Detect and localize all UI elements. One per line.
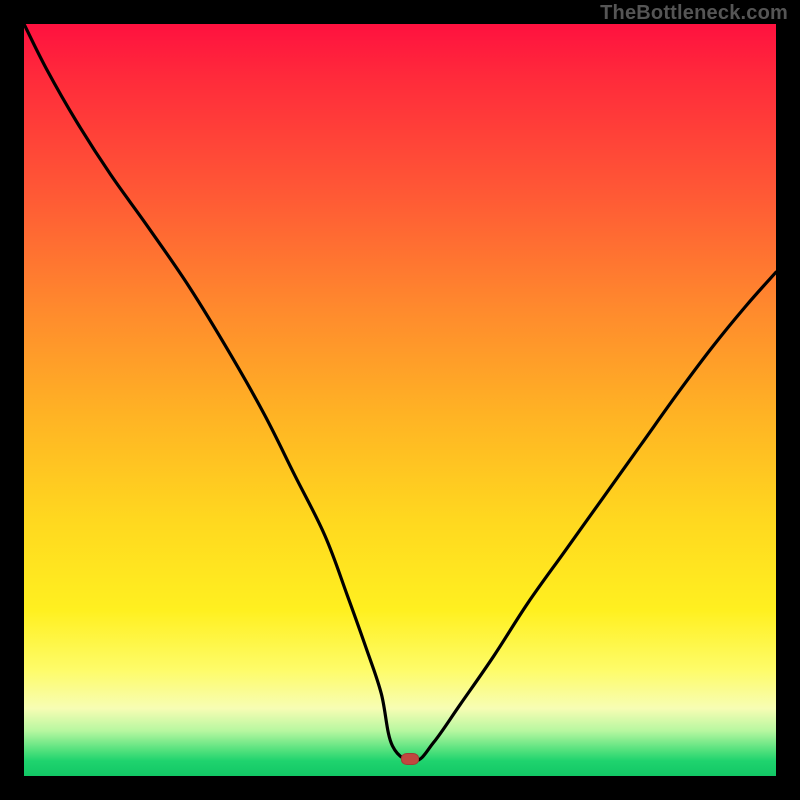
chart-frame: TheBottleneck.com xyxy=(0,0,800,800)
curve-svg xyxy=(24,24,776,776)
plot-area xyxy=(24,24,776,776)
watermark-text: TheBottleneck.com xyxy=(600,2,788,25)
bottleneck-curve xyxy=(24,24,776,761)
minimum-marker xyxy=(401,753,419,765)
